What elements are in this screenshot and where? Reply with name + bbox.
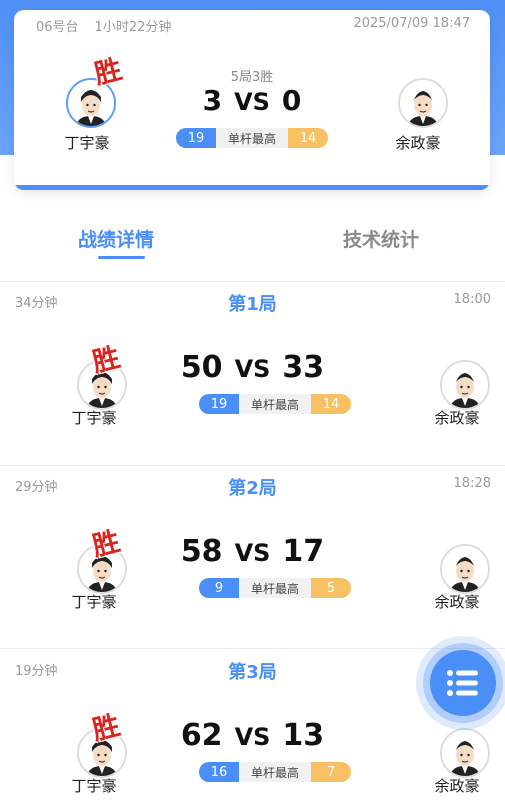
high-break-bar: 9 单杆最高 5 [199, 578, 351, 598]
vs-label: VS [234, 723, 271, 751]
match-score: 3 VS 0 [14, 84, 490, 117]
left-player-name: 丁宇豪 [71, 593, 117, 611]
high-break-label: 单杆最高 [239, 762, 311, 782]
right-player-name: 余政豪 [434, 593, 480, 611]
match-format: 5局3胜 [230, 70, 274, 85]
list-icon [447, 670, 478, 696]
high-break-bar: 16 单杆最高 7 [199, 762, 351, 782]
right-player-name: 余政豪 [434, 409, 480, 427]
high-break-bar: 19 单杆最高 14 [176, 128, 328, 148]
right-high-break: 5 [311, 578, 351, 598]
match-summary-card: 06号台 1小时22分钟 2025/07/09 18:47 胜 丁宇豪 余政豪 5… [14, 10, 490, 190]
left-high-break: 16 [199, 762, 239, 782]
high-break-label: 单杆最高 [216, 128, 288, 148]
frame-time: 18:28 [453, 476, 491, 491]
right-score: 17 [282, 534, 325, 569]
tab-match-details[interactable]: 战绩详情 [78, 225, 154, 252]
left-high-break: 19 [176, 128, 216, 148]
frame-score: 50 VS 33 [0, 350, 505, 385]
left-player-name: 丁宇豪 [71, 777, 117, 795]
tab-technical-stats[interactable]: 技术统计 [343, 225, 419, 252]
menu-fab-button[interactable] [416, 636, 505, 730]
fab-core [430, 650, 496, 716]
frame-title: 第1局 [228, 294, 277, 315]
right-high-break: 14 [288, 128, 328, 148]
match-info: 06号台 1小时22分钟 [36, 16, 171, 35]
vs-label: VS [234, 355, 271, 383]
left-score: 50 [180, 350, 223, 385]
match-duration: 1小时22分钟 [94, 20, 172, 35]
right-high-break: 14 [311, 394, 351, 414]
tab-bar: 战绩详情 技术统计 [0, 225, 505, 265]
left-player-name: 丁宇豪 [71, 409, 117, 427]
fab-ring [423, 643, 503, 723]
right-player-name: 余政豪 [395, 134, 441, 152]
left-score: 62 [180, 718, 223, 753]
left-score: 58 [180, 534, 223, 569]
left-player-name: 丁宇豪 [64, 134, 110, 152]
vs-label: VS [234, 539, 271, 567]
frame-title: 第2局 [228, 478, 277, 499]
table-number: 06号台 [36, 20, 79, 35]
high-break-bar: 19 单杆最高 14 [199, 394, 351, 414]
frame-card-1[interactable]: 34分钟 第1局 18:00 胜 丁宇豪 余政豪 50 VS 33 19 单杆最高 … [0, 282, 505, 464]
vs-label: VS [234, 88, 270, 116]
frame-score: 58 VS 17 [0, 534, 505, 569]
left-score: 3 [202, 84, 223, 117]
match-datetime: 2025/07/09 18:47 [353, 16, 470, 31]
left-high-break: 19 [199, 394, 239, 414]
active-tab-indicator [98, 256, 145, 259]
right-score: 13 [282, 718, 325, 753]
left-high-break: 9 [199, 578, 239, 598]
right-score: 0 [281, 84, 302, 117]
high-break-label: 单杆最高 [239, 578, 311, 598]
card-accent-bar [14, 185, 490, 190]
high-break-label: 单杆最高 [239, 394, 311, 414]
right-score: 33 [282, 350, 325, 385]
right-high-break: 7 [311, 762, 351, 782]
right-player-name: 余政豪 [434, 777, 480, 795]
frame-time: 18:00 [453, 292, 491, 307]
frame-score: 62 VS 13 [0, 718, 505, 753]
frame-card-2[interactable]: 29分钟 第2局 18:28 胜 丁宇豪 余政豪 58 VS 17 9 单杆最高 5 [0, 466, 505, 648]
